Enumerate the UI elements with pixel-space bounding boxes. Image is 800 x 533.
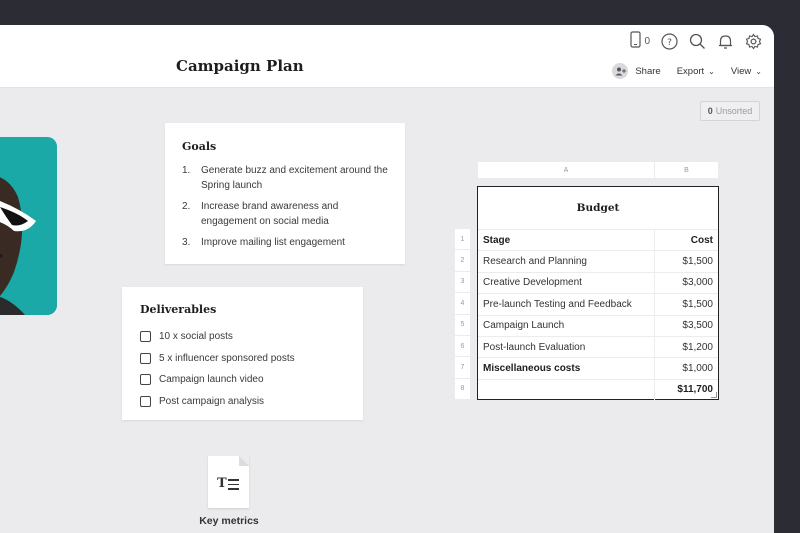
stage-cell[interactable]: Miscellaneous costs (478, 358, 655, 379)
table-row: Campaign Launch $3,500 (478, 314, 718, 336)
goal-number: 2. (182, 201, 191, 212)
checkbox[interactable] (140, 395, 151, 407)
top-icons: 0 ? (630, 31, 762, 51)
share-label: Share (635, 65, 661, 77)
deliverable-text: Post campaign analysis (159, 395, 265, 407)
total-row: $11,700 (478, 378, 718, 401)
header-cell-cost[interactable]: Cost (655, 230, 718, 250)
goal-text: Generate buzz and excitement around the … (201, 165, 388, 191)
deliverable-text: 5 x influencer sponsored posts (159, 352, 295, 364)
checkbox[interactable] (140, 352, 151, 364)
table-row: Pre-launch Testing and Feedback $1,500 (478, 293, 718, 315)
column-header-b[interactable]: B (655, 162, 718, 178)
cost-cell[interactable]: $3,500 (655, 316, 718, 336)
device-count: 0 (644, 35, 650, 47)
chevron-down-icon: ⌄ (708, 66, 715, 76)
table-row: Creative Development $3,000 (478, 271, 718, 294)
row-number[interactable]: 1 (455, 229, 470, 251)
goal-number: 3. (182, 237, 191, 248)
row-number[interactable]: 7 (455, 357, 470, 379)
row-number[interactable]: 3 (455, 271, 470, 294)
deliverables-card[interactable]: Deliverables 10 x social posts 5 x influ… (122, 287, 363, 420)
deliverable-item: Post campaign analysis (140, 391, 345, 413)
row-number[interactable]: 6 (455, 335, 470, 358)
header-cell-stage[interactable]: Stage (478, 230, 655, 251)
total-cost-cell[interactable]: $11,700 (655, 380, 718, 400)
row-number[interactable]: 2 (455, 250, 470, 272)
deliverable-item: Campaign launch video (140, 369, 345, 391)
text-lines-icon (228, 479, 239, 493)
export-menu[interactable]: Export ⌄ (677, 66, 715, 77)
search-icon[interactable] (688, 32, 706, 50)
document-icon: T (217, 476, 227, 491)
table-row: Research and Planning $1,500 (478, 250, 718, 272)
resize-handle[interactable] (711, 392, 717, 398)
header-actions: Share Export ⌄ View ⌄ (612, 63, 762, 79)
row-numbers: 1 2 3 4 5 6 7 8 (455, 229, 470, 401)
cost-cell[interactable]: $3,000 (655, 273, 718, 293)
help-icon[interactable]: ? (660, 32, 678, 50)
goal-item: 3. Improve mailing list engagement (182, 235, 388, 250)
budget-title: Budget (576, 202, 620, 214)
deliverable-item: 5 x influencer sponsored posts (140, 348, 345, 370)
cost-cell[interactable]: $1,200 (655, 337, 718, 357)
goal-text: Increase brand awareness and engagement … (201, 201, 339, 227)
goal-item: 1. Generate buzz and excitement around th… (182, 163, 388, 193)
table-header-row: Stage Cost (478, 229, 718, 251)
board-window: 0 ? Campaign Plan Share Export ⌄ View ⌄ … (0, 25, 774, 533)
photo-card[interactable] (0, 137, 57, 315)
row-number[interactable]: 8 (455, 378, 470, 401)
file-label: Key metrics (199, 515, 259, 527)
row-number[interactable]: 5 (455, 314, 470, 336)
checkbox[interactable] (140, 374, 151, 386)
unsorted-button[interactable]: 0 Unsorted (700, 101, 760, 121)
cost-cell[interactable]: $1,500 (655, 251, 718, 271)
settings-icon[interactable] (744, 32, 762, 50)
deliverable-item: 10 x social posts (140, 326, 345, 348)
goal-item: 2. Increase brand awareness and engagemen… (182, 199, 388, 229)
goal-text: Improve mailing list engagement (201, 237, 345, 248)
share-button[interactable]: Share (612, 63, 661, 79)
table-row: Miscellaneous costs $1,000 (478, 357, 718, 379)
device-icon (630, 31, 642, 51)
export-label: Export (676, 65, 705, 77)
chevron-down-icon: ⌄ (755, 66, 762, 76)
svg-text:?: ? (667, 38, 672, 48)
unsorted-label: Unsorted (715, 106, 753, 116)
table-row: Post-launch Evaluation $1,200 (478, 335, 718, 358)
goals-title: Goals (182, 140, 217, 153)
goal-number: 1. (182, 165, 191, 176)
goals-card[interactable]: Goals 1. Generate buzz and excitement aro… (165, 123, 405, 264)
stage-cell[interactable]: Pre-launch Testing and Feedback (478, 294, 655, 315)
cost-cell[interactable]: $1,500 (655, 294, 718, 314)
total-label-cell[interactable] (478, 379, 655, 401)
stage-cell[interactable]: Campaign Launch (478, 315, 655, 336)
top-bar: 0 ? Campaign Plan Share Export ⌄ View ⌄ (0, 25, 774, 88)
unsorted-count: 0 (707, 106, 713, 116)
row-number[interactable]: 4 (455, 293, 470, 315)
stage-cell[interactable]: Post-launch Evaluation (478, 336, 655, 358)
view-menu[interactable]: View ⌄ (731, 66, 762, 77)
bell-icon[interactable] (716, 32, 734, 50)
page-fold (239, 456, 249, 466)
view-label: View (730, 65, 752, 77)
document-file[interactable]: T (208, 456, 249, 508)
deliverable-text: 10 x social posts (159, 331, 233, 343)
cost-cell[interactable]: $1,000 (655, 358, 718, 378)
goals-list: 1. Generate buzz and excitement around th… (182, 163, 388, 250)
device-button[interactable]: 0 (630, 31, 650, 51)
deliverables-title: Deliverables (140, 303, 217, 316)
budget-table[interactable]: Budget Stage Cost Research and Planning … (477, 186, 719, 401)
add-person-icon (612, 63, 629, 79)
deliverables-list: 10 x social posts 5 x influencer sponsor… (140, 326, 345, 412)
column-header-a[interactable]: A (478, 162, 654, 178)
portrait-image (0, 137, 57, 315)
deliverable-text: Campaign launch video (159, 374, 264, 386)
checkbox[interactable] (140, 331, 151, 343)
page-title: Campaign Plan (176, 57, 304, 75)
stage-cell[interactable]: Creative Development (478, 272, 655, 294)
stage-cell[interactable]: Research and Planning (478, 251, 655, 272)
